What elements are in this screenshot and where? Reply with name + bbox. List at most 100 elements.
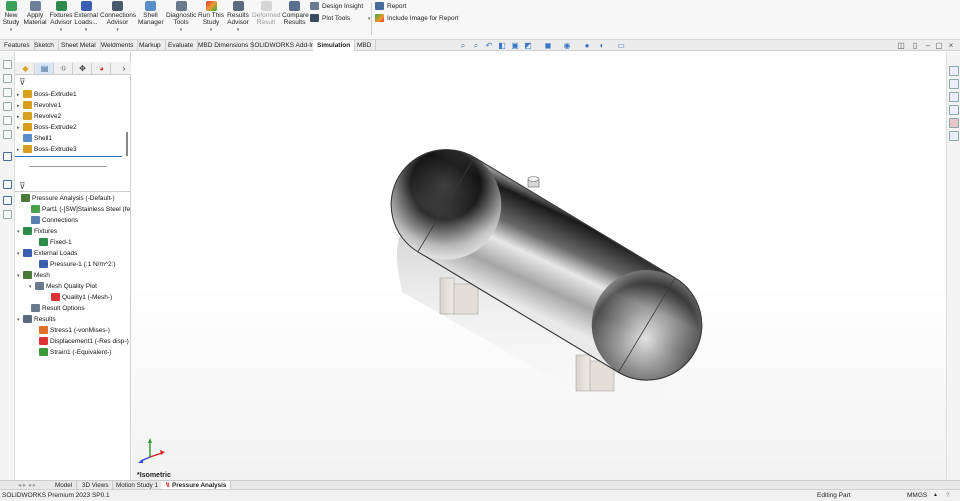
tab-weldments[interactable]: Weldments <box>97 40 139 51</box>
design-library-icon[interactable] <box>949 92 959 102</box>
feature-manager-tabs: ◆ ▤ ⛗ ✥ ◕ › <box>15 62 131 75</box>
zoom-to-fit-icon[interactable]: ⌕ <box>458 41 468 50</box>
maximize-icon[interactable]: ▢ <box>934 41 944 50</box>
tree-node-icon <box>23 271 32 280</box>
compare-results-button[interactable]: Compare Results <box>282 1 309 39</box>
study-results[interactable]: ▾ Results <box>17 315 56 325</box>
restore-icon[interactable]: ◫ <box>896 41 906 50</box>
run-icon[interactable] <box>3 196 12 205</box>
tank-model[interactable]: *Isometric <box>132 52 946 480</box>
new-study-button[interactable]: New Study ▾ <box>2 1 20 39</box>
feature-tree-item[interactable]: ▸ Boss-Extrude2 <box>17 123 77 133</box>
study-mesh[interactable]: ▾ Mesh <box>17 271 50 281</box>
study-strain[interactable]: Strain1 (-Equivalent-) <box>33 348 111 358</box>
expand-tabs-button[interactable]: › <box>115 63 133 74</box>
minimize-icon[interactable]: – <box>923 41 933 50</box>
study-quality1[interactable]: Quality1 (-Mesh-) <box>45 293 112 303</box>
study-part[interactable]: Part1 (-[SW]Stainless Steel (fe <box>25 205 130 215</box>
view-orientation-icon[interactable]: ◩ <box>523 41 533 50</box>
external-loads-button[interactable]: External Loads... ▾ <box>74 1 98 39</box>
tab-mbd[interactable]: MBD <box>353 40 377 51</box>
tab-dimxpert-manager[interactable]: ✥ <box>74 63 92 74</box>
feature-tree-item[interactable]: ▸ Boss-Extrude3 <box>17 145 77 155</box>
deformed-result-button[interactable]: Deformed Result <box>252 1 281 39</box>
tab-solidworks-add-ins[interactable]: SOLIDWORKS Add-Ins <box>246 40 323 51</box>
apply-scene-icon[interactable]: ◐ <box>597 41 607 50</box>
filter-icon[interactable]: ⊽ <box>19 77 26 88</box>
unit-system-selector[interactable]: MMGS <box>907 490 927 501</box>
redo-icon[interactable] <box>3 130 12 139</box>
fixtures-advisor-button[interactable]: Fixtures Advisor ▾ <box>48 1 74 39</box>
paste-icon[interactable] <box>3 74 12 83</box>
connections-advisor-button[interactable]: Connections Advisor ▾ <box>100 1 136 39</box>
dynamic-annotation-icon[interactable]: ▣ <box>510 41 520 50</box>
diagnostic-tools-button[interactable]: Diagnostic Tools ▾ <box>166 1 196 39</box>
study-result-options[interactable]: Result Options <box>25 304 85 314</box>
copy-icon[interactable] <box>3 60 12 69</box>
study-fixed[interactable]: Fixed-1 <box>33 238 72 248</box>
home-icon[interactable] <box>949 66 959 76</box>
plot-tools-button[interactable]: Plot Tools ▾ <box>310 13 370 24</box>
hide-show-items-icon[interactable]: ◉ <box>562 41 572 50</box>
tab-simulation[interactable]: Simulation <box>313 40 356 51</box>
help-icon[interactable]: ? <box>946 490 950 501</box>
study-external-loads[interactable]: ▾ External Loads <box>17 249 77 259</box>
split-bar[interactable] <box>15 156 122 157</box>
design-insight-button[interactable]: Design Insight <box>310 1 363 12</box>
options-icon[interactable] <box>3 102 12 111</box>
tab-markup[interactable]: Markup <box>135 40 166 51</box>
section-view-icon[interactable]: ◧ <box>497 41 507 50</box>
tab-display-manager[interactable]: ◕ <box>93 63 111 74</box>
study-mesh-quality-plot[interactable]: ▾ Mesh Quality Plot <box>29 282 97 292</box>
shell-manager-button[interactable]: Shell Manager <box>138 1 164 39</box>
study-displacement[interactable]: Displacement1 (-Res disp-) <box>33 337 129 347</box>
tab-property-manager[interactable]: ▤ <box>36 63 54 74</box>
mesh-icon[interactable] <box>3 152 12 161</box>
file-explorer-icon[interactable] <box>949 105 959 115</box>
include-image-button[interactable]: Include Image for Report <box>375 13 459 24</box>
resources-icon[interactable] <box>949 79 959 89</box>
scrollbar-thumb[interactable] <box>126 132 128 156</box>
display-style-icon[interactable]: ◼ <box>543 41 553 50</box>
study-pressure[interactable]: Pressure-1 (:1 N/m^2:) <box>33 260 116 270</box>
view-settings-icon[interactable]: ▭ <box>616 41 626 50</box>
chevron-down-icon: ▾ <box>9 27 13 33</box>
previous-view-icon[interactable]: ↶ <box>484 41 494 50</box>
tab-sketch[interactable]: Sketch <box>30 40 59 51</box>
feature-tree-item[interactable]: ▸ Boss-Extrude1 <box>17 90 77 100</box>
plot-icon[interactable] <box>3 210 12 219</box>
study-fixtures[interactable]: ▾ Fixtures <box>17 227 57 237</box>
feature-tree-item[interactable]: Shell1 <box>17 134 52 144</box>
tab-mbd-dimensions[interactable]: MBD Dimensions <box>194 40 254 51</box>
tab-configuration-manager[interactable]: ⛗ <box>55 63 73 74</box>
report-button[interactable]: Report <box>375 1 407 12</box>
tree-node-icon <box>39 260 48 269</box>
tab-feature-manager[interactable]: ◆ <box>17 63 35 74</box>
appearances-icon[interactable] <box>949 118 959 128</box>
close-icon[interactable]: × <box>946 41 956 50</box>
study-root[interactable]: Pressure Analysis (-Default-) <box>15 194 115 204</box>
rebuild-icon[interactable] <box>3 88 12 97</box>
zoom-to-area-icon[interactable]: ⌕ <box>471 41 481 50</box>
chevron-up-icon[interactable]: ▲ <box>933 490 938 501</box>
apply-material-button[interactable]: Apply Material <box>23 1 47 39</box>
edit-appearance-icon[interactable]: ● <box>582 41 592 50</box>
tree-node-icon <box>23 112 32 121</box>
diagnostic-tools-icon <box>175 1 187 11</box>
study-connections[interactable]: Connections <box>25 216 78 226</box>
results-advisor-button[interactable]: Results Advisor ▾ <box>227 1 249 39</box>
tab-sheet-metal[interactable]: Sheet Metal <box>57 40 101 51</box>
feature-tree-item[interactable]: ▸ Revolve1 <box>17 101 61 111</box>
graphics-area[interactable]: *Isometric <box>132 52 946 480</box>
undo-icon[interactable] <box>3 116 12 125</box>
feature-tree-item[interactable]: ▸ Revolve2 <box>17 112 61 122</box>
study-stress[interactable]: Stress1 (-vonMises-) <box>33 326 110 336</box>
save-icon[interactable] <box>3 180 12 189</box>
product-version: SOLIDWORKS Premium 2023 SP0.1 <box>2 492 110 499</box>
chevron-down-icon: ▾ <box>116 27 119 33</box>
custom-properties-icon[interactable] <box>949 131 959 141</box>
tree-node-icon <box>23 145 32 154</box>
tile-icon[interactable]: ▯ <box>910 41 920 50</box>
property-manager-icon: ▤ <box>40 64 49 73</box>
run-study-button[interactable]: Run This Study ▾ <box>198 1 224 39</box>
